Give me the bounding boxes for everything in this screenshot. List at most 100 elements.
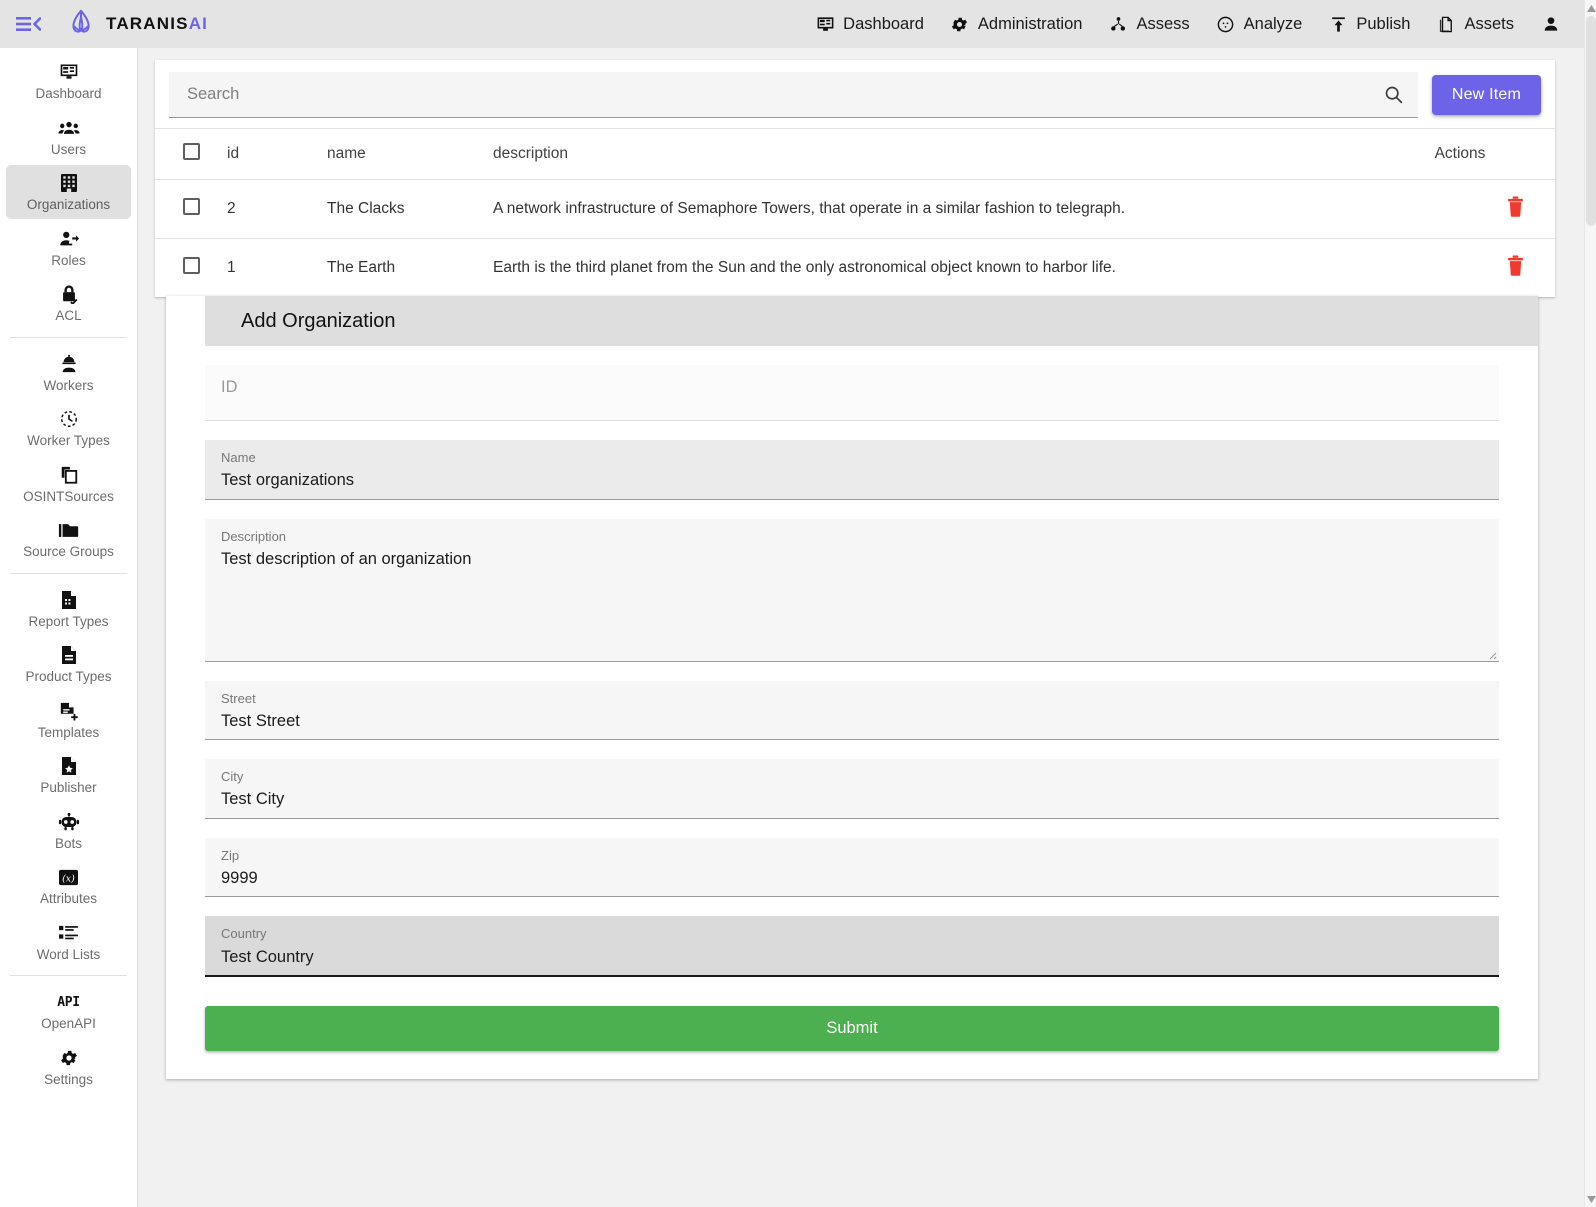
search-icon[interactable]: [1382, 83, 1406, 107]
sidebar-item-acl[interactable]: ACL: [6, 276, 131, 330]
sidebar-item-settings[interactable]: Settings: [6, 1040, 131, 1094]
search-input[interactable]: [169, 72, 1418, 117]
column-header-description[interactable]: description: [493, 128, 1435, 180]
field-description-label: Description: [221, 528, 287, 544]
sidebar-item-osintsources[interactable]: OSINTSources: [6, 457, 131, 511]
lock-check-icon: [59, 283, 79, 305]
menu-collapse-icon[interactable]: [0, 0, 56, 48]
table-row[interactable]: 2 The Clacks A network infrastructure of…: [155, 179, 1555, 239]
sidebar-item-label: Source Groups: [23, 544, 114, 560]
page-scrollbar[interactable]: [1584, 0, 1596, 1207]
sidebar-item-source-groups[interactable]: Source Groups: [6, 512, 131, 566]
sidebar-item-openapi[interactable]: API OpenAPI: [6, 984, 131, 1038]
new-item-button[interactable]: New Item: [1431, 75, 1541, 115]
column-header-id[interactable]: id: [227, 128, 327, 180]
row-actions: [1435, 239, 1555, 298]
api-text-icon: API: [57, 994, 80, 1010]
worker-types-clock-icon: [59, 408, 79, 430]
field-id[interactable]: ID: [205, 365, 1499, 421]
documents-icon: [1436, 14, 1456, 34]
row-checkbox[interactable]: [183, 198, 200, 215]
sidebar-item-label: OSINTSources: [23, 488, 114, 504]
table-row[interactable]: 1 The Earth Earth is the third planet fr…: [155, 239, 1555, 298]
submit-button[interactable]: Submit: [205, 1005, 1499, 1051]
main-content: New Item id name description Actions: [138, 48, 1584, 1207]
svg-text:(x): (x): [62, 873, 75, 884]
field-city-value[interactable]: Test City: [221, 788, 1483, 810]
sidebar-item-label: Word Lists: [36, 946, 101, 962]
field-description-value[interactable]: Test description of an organization: [221, 548, 1483, 644]
select-all-header: [155, 128, 227, 180]
sidebar-item-users[interactable]: Users: [6, 110, 131, 164]
column-header-actions: Actions: [1434, 128, 1555, 180]
nav-item-assess[interactable]: Assess: [1108, 14, 1190, 34]
nav-item-administration[interactable]: Administration: [950, 14, 1082, 34]
sidebar-item-workers[interactable]: Workers: [6, 346, 131, 400]
row-description: A network infrastructure of Semaphore To…: [493, 179, 1435, 239]
textarea-resize-handle[interactable]: [1485, 647, 1497, 659]
sidebar-divider: [10, 975, 127, 977]
sidebar-item-label: Report Types: [28, 613, 109, 629]
field-country[interactable]: Country Test Country: [205, 916, 1499, 977]
nav-label: Assets: [1464, 14, 1514, 33]
sidebar-item-worker-types[interactable]: Worker Types: [6, 401, 131, 455]
trash-delete-icon[interactable]: [1506, 255, 1525, 276]
sidebar-item-organizations[interactable]: Organizations: [6, 165, 131, 219]
user-account-icon[interactable]: [1540, 13, 1562, 35]
scroll-up-arrow-icon[interactable]: [1585, 1, 1596, 15]
trash-delete-icon[interactable]: [1506, 196, 1525, 217]
organizations-table: id name description Actions 2 The Clacks…: [155, 128, 1555, 297]
row-checkbox[interactable]: [183, 257, 200, 274]
robot-icon: [58, 811, 80, 833]
scrollbar-thumb[interactable]: [1586, 16, 1596, 226]
field-description[interactable]: Description Test description of an organ…: [205, 518, 1499, 662]
nav-label: Analyze: [1243, 14, 1303, 33]
copy-stack-icon: [59, 464, 79, 486]
sidebar-item-templates[interactable]: Templates: [6, 693, 131, 747]
field-country-value[interactable]: Test Country: [221, 946, 1483, 968]
nav-item-dashboard[interactable]: Dashboard: [815, 14, 924, 34]
role-person-arrow-icon: [58, 228, 80, 250]
brand-name: TARANIS: [106, 14, 189, 33]
form-title: Add Organization: [205, 296, 1538, 346]
field-zip-label: Zip: [221, 847, 240, 863]
table-header-row: id name description Actions: [155, 128, 1555, 180]
sidebar-item-roles[interactable]: Roles: [6, 221, 131, 275]
upload-icon: [1328, 14, 1348, 34]
table-header: id name description Actions: [155, 128, 1555, 180]
column-header-name[interactable]: name: [327, 128, 493, 180]
sidebar-item-label: Attributes: [39, 891, 98, 907]
sidebar-item-report-types[interactable]: Report Types: [6, 582, 131, 636]
field-street[interactable]: Street Test Street: [205, 680, 1499, 741]
nav-label: Dashboard: [843, 14, 924, 33]
nav-label: Publish: [1356, 14, 1411, 33]
nav-item-analyze[interactable]: Analyze: [1216, 14, 1303, 34]
report-doc-icon: [60, 589, 78, 611]
scroll-down-arrow-icon[interactable]: [1585, 1192, 1596, 1206]
nav-item-publish[interactable]: Publish: [1328, 14, 1410, 34]
top-app-bar: TARANISAI Dashboard Administration Asses…: [0, 0, 1584, 48]
sidebar-item-attributes[interactable]: (x) Attributes: [6, 859, 131, 913]
gear-icon: [950, 14, 970, 34]
field-zip-value[interactable]: 9999: [221, 867, 1483, 889]
sidebar-item-publisher[interactable]: Publisher: [6, 748, 131, 802]
row-select-cell: [155, 239, 227, 298]
field-city-label: City: [221, 769, 244, 785]
field-id-placeholder: ID: [221, 378, 238, 396]
sidebar-item-bots[interactable]: Bots: [6, 804, 131, 858]
select-all-checkbox[interactable]: [183, 143, 200, 160]
nav-item-assets[interactable]: Assets: [1436, 14, 1514, 34]
sidebar-item-product-types[interactable]: Product Types: [6, 637, 131, 691]
sidebar-item-label: OpenAPI: [41, 1016, 96, 1032]
brand-text: TARANISAI: [106, 14, 208, 34]
field-name[interactable]: Name Test organizations: [205, 440, 1499, 500]
search-field[interactable]: [169, 72, 1418, 118]
worker-helmet-icon: [59, 353, 79, 375]
field-street-value[interactable]: Test Street: [221, 710, 1483, 732]
field-name-value[interactable]: Test organizations: [221, 469, 1483, 491]
field-zip[interactable]: Zip 9999: [205, 837, 1499, 898]
sidebar-item-word-lists[interactable]: Word Lists: [6, 915, 131, 969]
sidebar-item-dashboard[interactable]: Dashboard: [6, 54, 131, 108]
field-city[interactable]: City Test City: [205, 759, 1499, 819]
brand-logo[interactable]: TARANISAI: [66, 8, 208, 41]
